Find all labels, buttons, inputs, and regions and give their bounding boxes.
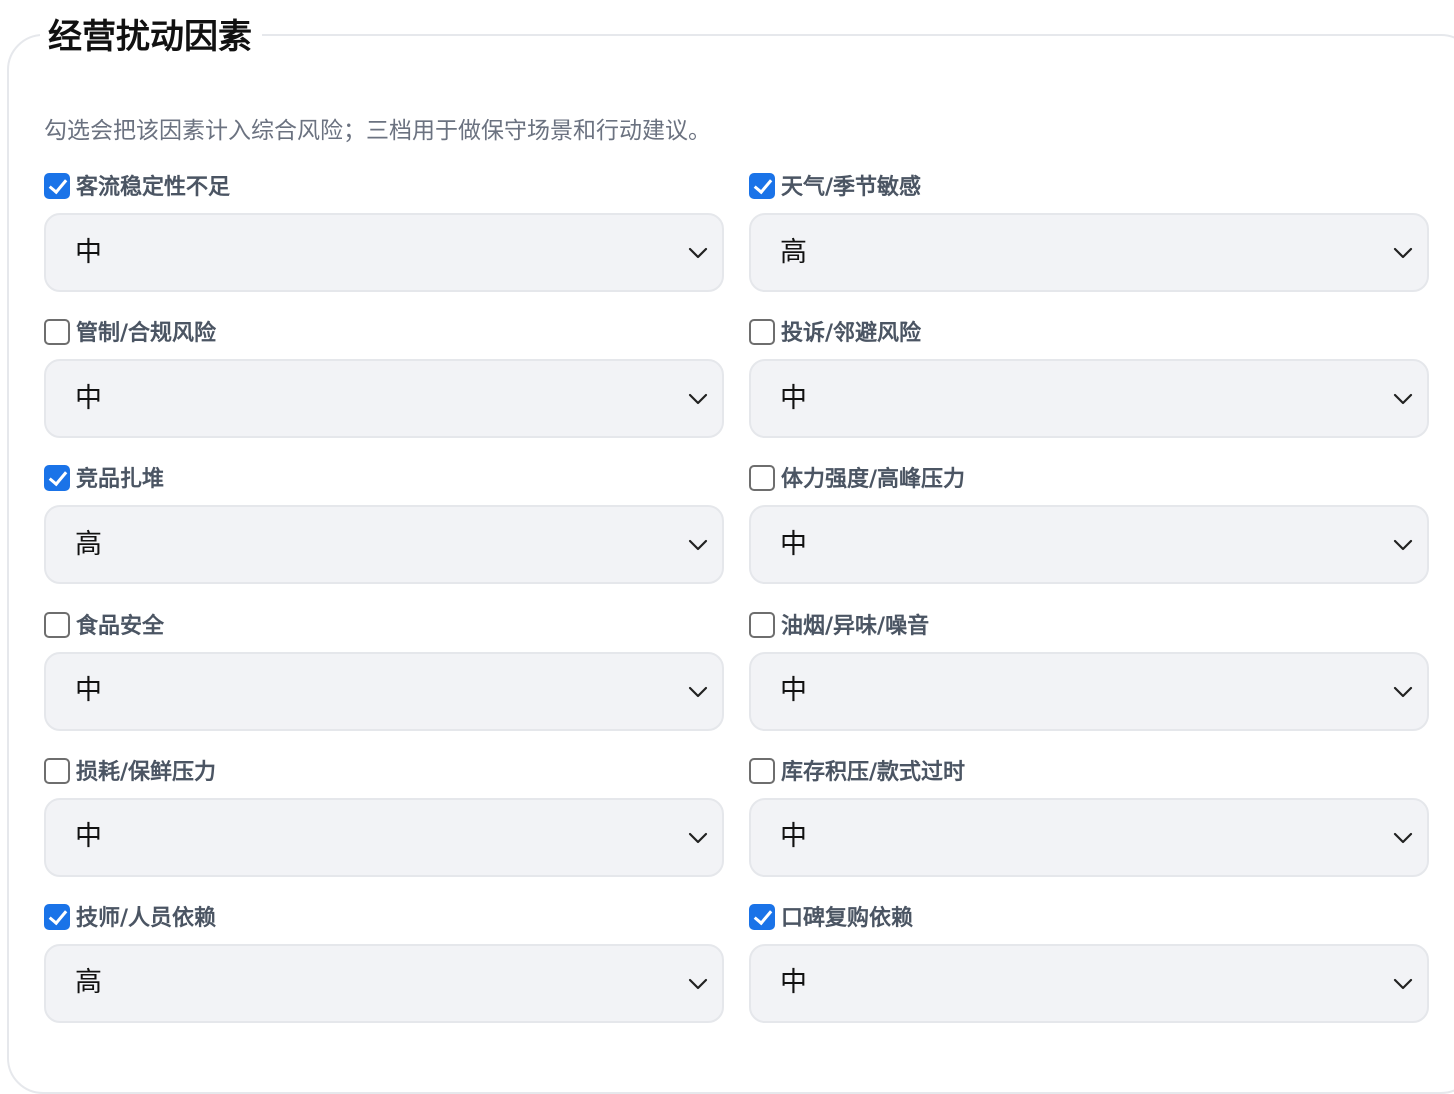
- checkbox-icon[interactable]: [749, 611, 775, 638]
- checkbox-icon[interactable]: [749, 903, 775, 930]
- chevron-down-icon: [688, 540, 708, 551]
- factor-header[interactable]: 口碑复购依赖: [749, 897, 913, 937]
- level-select-value: 中: [780, 382, 807, 414]
- level-select[interactable]: 中: [44, 651, 724, 731]
- checkbox-icon[interactable]: [749, 757, 775, 784]
- level-select[interactable]: 中: [44, 797, 724, 877]
- factor-item: 口碑复购依赖 中: [749, 897, 1429, 1043]
- level-select[interactable]: 高: [44, 943, 724, 1023]
- level-select-value: 高: [75, 528, 102, 560]
- level-select-value: 中: [780, 967, 807, 999]
- level-select-value: 中: [780, 675, 807, 707]
- level-select-value: 中: [780, 528, 807, 560]
- factor-item: 竞品扎堆 高: [44, 458, 724, 604]
- factor-item: 天气/季节敏感 高: [749, 166, 1429, 312]
- chevron-down-icon: [1393, 247, 1413, 259]
- factor-header[interactable]: 管制/合规风险: [44, 312, 216, 352]
- factor-label[interactable]: 天气/季节敏感: [781, 173, 921, 203]
- factor-label[interactable]: 竞品扎堆: [76, 465, 164, 495]
- checkbox-icon[interactable]: [44, 465, 70, 492]
- factor-header[interactable]: 竞品扎堆: [44, 458, 164, 498]
- checkbox-icon[interactable]: [44, 757, 70, 784]
- level-select[interactable]: 中: [44, 359, 724, 439]
- checkbox-icon[interactable]: [44, 173, 70, 199]
- section-title: 经营扰动因素: [40, 12, 262, 62]
- factor-header[interactable]: 投诉/邻避风险: [749, 312, 921, 352]
- factor-item: 管制/合规风险 中: [44, 312, 724, 458]
- level-select[interactable]: 高: [44, 505, 724, 585]
- level-select[interactable]: 中: [749, 505, 1429, 585]
- factor-header[interactable]: 体力强度/高峰压力: [749, 458, 965, 498]
- level-select[interactable]: 中: [749, 651, 1429, 731]
- factor-header[interactable]: 天气/季节敏感: [749, 166, 921, 206]
- factor-label[interactable]: 投诉/邻避风险: [781, 319, 921, 349]
- factor-label[interactable]: 客流稳定性不足: [76, 173, 230, 203]
- factor-label[interactable]: 口碑复购依赖: [781, 904, 913, 934]
- level-select-value: 中: [780, 821, 807, 853]
- chevron-down-icon: [1393, 394, 1413, 405]
- level-select-value: 高: [75, 967, 102, 999]
- chevron-down-icon: [1393, 832, 1413, 843]
- factor-header[interactable]: 技师/人员依赖: [44, 897, 216, 937]
- section-hint: 勾选会把该因素计入综合风险；三档用于做保守场景和行动建议。: [44, 118, 711, 144]
- factor-item: 体力强度/高峰压力 中: [749, 458, 1429, 604]
- factor-header[interactable]: 库存积压/款式过时: [749, 751, 965, 791]
- level-select[interactable]: 中: [44, 213, 724, 292]
- factor-header[interactable]: 油烟/异味/噪音: [749, 605, 929, 645]
- level-select[interactable]: 中: [749, 797, 1429, 877]
- factor-item: 损耗/保鲜压力 中: [44, 751, 724, 897]
- factor-label[interactable]: 管制/合规风险: [76, 319, 216, 349]
- level-select[interactable]: 中: [749, 359, 1429, 439]
- factor-label[interactable]: 油烟/异味/噪音: [781, 612, 929, 642]
- chevron-down-icon: [688, 394, 708, 405]
- level-select[interactable]: 中: [749, 943, 1429, 1023]
- factor-label[interactable]: 体力强度/高峰压力: [781, 465, 965, 495]
- checkbox-icon[interactable]: [44, 611, 70, 638]
- factor-item: 投诉/邻避风险 中: [749, 312, 1429, 458]
- checkbox-icon[interactable]: [749, 173, 775, 199]
- factor-item: 油烟/异味/噪音 中: [749, 605, 1429, 751]
- level-select-value: 中: [75, 236, 102, 268]
- level-select[interactable]: 高: [749, 213, 1429, 292]
- factor-item: 库存积压/款式过时 中: [749, 751, 1429, 897]
- chevron-down-icon: [1393, 978, 1413, 990]
- chevron-down-icon: [1393, 540, 1413, 551]
- checkbox-icon[interactable]: [749, 319, 775, 346]
- chevron-down-icon: [688, 832, 708, 843]
- level-select-value: 中: [75, 382, 102, 414]
- factor-label[interactable]: 食品安全: [76, 612, 164, 642]
- factor-item: 食品安全 中: [44, 605, 724, 751]
- level-select-value: 高: [780, 236, 807, 268]
- factor-label[interactable]: 库存积压/款式过时: [781, 758, 965, 788]
- checkbox-icon[interactable]: [44, 903, 70, 930]
- chevron-down-icon: [688, 686, 708, 697]
- factor-item: 客流稳定性不足 中: [44, 166, 724, 312]
- factor-header[interactable]: 食品安全: [44, 605, 164, 645]
- factor-grid: 客流稳定性不足 中 天气/季节敏感 高 管制/合规风险 中 投诉/邻避风险 中 …: [44, 166, 1429, 1043]
- chevron-down-icon: [1393, 686, 1413, 697]
- checkbox-icon[interactable]: [44, 319, 70, 346]
- factor-item: 技师/人员依赖 高: [44, 897, 724, 1043]
- chevron-down-icon: [688, 978, 708, 990]
- factor-label[interactable]: 技师/人员依赖: [76, 904, 216, 934]
- factor-header[interactable]: 损耗/保鲜压力: [44, 751, 216, 791]
- factor-header[interactable]: 客流稳定性不足: [44, 166, 230, 206]
- level-select-value: 中: [75, 675, 102, 707]
- level-select-value: 中: [75, 821, 102, 853]
- factor-label[interactable]: 损耗/保鲜压力: [76, 758, 216, 788]
- checkbox-icon[interactable]: [749, 465, 775, 492]
- chevron-down-icon: [688, 247, 708, 259]
